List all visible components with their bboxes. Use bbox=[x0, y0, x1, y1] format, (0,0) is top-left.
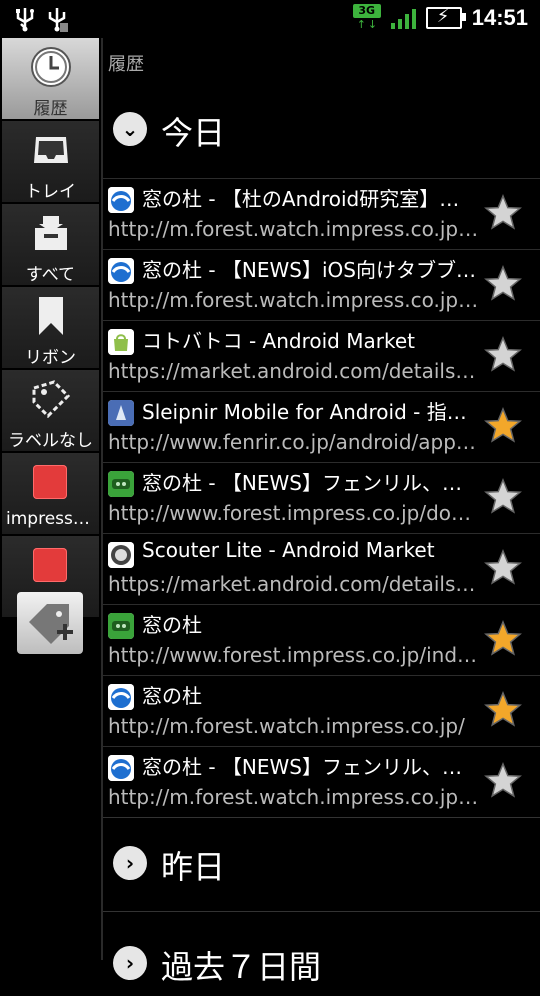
history-row[interactable]: 窓の杜 http://m.forest.watch.impress.co.jp/ bbox=[103, 675, 540, 746]
sidebar-item-label: トレイ bbox=[25, 182, 76, 202]
ribbon-icon bbox=[39, 297, 63, 335]
sleipnir-icon bbox=[108, 400, 134, 426]
history-title: 窓の杜 bbox=[142, 684, 202, 708]
forest-watch-icon bbox=[108, 684, 134, 710]
star-empty-icon[interactable] bbox=[483, 548, 523, 588]
android-market-icon bbox=[108, 329, 134, 355]
star-filled-icon[interactable] bbox=[483, 406, 523, 446]
clock: 14:51 bbox=[471, 5, 528, 30]
add-label-button[interactable] bbox=[17, 592, 83, 654]
signal-strength-icon bbox=[390, 7, 416, 29]
scouter-icon bbox=[108, 542, 134, 568]
history-row[interactable]: 窓の杜 - 【杜のAndroid研究室】… http://m.forest.wat… bbox=[103, 178, 540, 249]
star-empty-icon[interactable] bbox=[483, 477, 523, 517]
sidebar-item-label: リボン bbox=[25, 348, 76, 368]
breadcrumb: 履歴 bbox=[108, 54, 144, 75]
chevron-down-icon: ⌄ bbox=[113, 112, 147, 146]
network-3g-icon: 3G ↑↓ bbox=[352, 4, 381, 32]
history-title: Scouter Lite - Android Market bbox=[142, 538, 435, 562]
forest-watch-icon bbox=[108, 755, 134, 781]
section-title: 過去７日間 bbox=[161, 948, 322, 986]
usb-debug-icon bbox=[46, 6, 68, 32]
history-title: 窓の杜 - 【杜のAndroid研究室】… bbox=[142, 187, 460, 211]
history-url: http://m.forest.watch.impress.co.jp/d… bbox=[108, 217, 482, 241]
history-url: http://m.forest.watch.impress.co.jp/d… bbox=[108, 785, 482, 809]
red-label-icon bbox=[33, 548, 67, 582]
sidebar-item-label: ラベルなし bbox=[8, 431, 93, 451]
sidebar-item-history[interactable]: 履歴 bbox=[2, 38, 99, 120]
history-row[interactable]: 窓の杜 http://www.forest.impress.co.jp/inde… bbox=[103, 604, 540, 675]
history-url: https://market.android.com/details?i… bbox=[108, 572, 482, 596]
history-url: http://m.forest.watch.impress.co.jp/ bbox=[108, 714, 465, 738]
history-title: Sleipnir Mobile for Android - 指先… bbox=[142, 400, 482, 424]
section-past-7-days[interactable]: › 過去７日間 bbox=[103, 930, 540, 996]
sidebar-item-label: 履歴 bbox=[33, 99, 68, 119]
battery-charging-icon: ⚡ bbox=[425, 7, 466, 29]
star-empty-icon[interactable] bbox=[483, 761, 523, 801]
sidebar-item-ribbon[interactable]: リボン bbox=[2, 287, 99, 369]
sidebar-item-label: すべて bbox=[25, 265, 76, 285]
star-empty-icon[interactable] bbox=[483, 193, 523, 233]
history-url: https://market.android.com/details?i… bbox=[108, 359, 482, 383]
forest-green-icon bbox=[108, 471, 134, 497]
forest-watch-icon bbox=[108, 187, 134, 213]
forest-watch-icon bbox=[108, 258, 134, 284]
no-label-icon bbox=[32, 380, 71, 419]
sidebar-item-tray[interactable]: トレイ bbox=[2, 121, 99, 203]
section-title: 今日 bbox=[161, 114, 226, 152]
history-row[interactable]: 窓の杜 - 【NEWS】iOS向けタブブ… http://m.forest.wat… bbox=[103, 249, 540, 320]
history-title: コトバトコ - Android Market bbox=[142, 329, 415, 353]
history-url: http://www.forest.impress.co.jp/docs… bbox=[108, 501, 482, 525]
usb-icon bbox=[14, 6, 36, 32]
tray-icon bbox=[34, 137, 68, 163]
sidebar-item-label: impress … bbox=[6, 509, 96, 529]
history-row[interactable]: Scouter Lite - Android Market https://mar… bbox=[103, 533, 540, 604]
history-row[interactable]: コトバトコ - Android Market https://market.and… bbox=[103, 320, 540, 391]
red-label-icon bbox=[33, 465, 67, 499]
status-bar: 3G ↑↓ ⚡ 14:51 bbox=[0, 0, 540, 38]
section-yesterday[interactable]: › 昨日 bbox=[103, 830, 540, 896]
history-title: 窓の杜 - 【NEWS】iOS向けタブブ… bbox=[142, 258, 476, 282]
sidebar: 履歴 トレイ すべて リボン ラベルなし impress … fen bbox=[0, 38, 101, 960]
chevron-right-icon: › bbox=[113, 946, 147, 980]
history-row[interactable]: 窓の杜 - 【NEWS】フェンリル、… http://www.forest.imp… bbox=[103, 462, 540, 533]
star-filled-icon[interactable] bbox=[483, 619, 523, 659]
forest-green-icon bbox=[108, 613, 134, 639]
star-filled-icon[interactable] bbox=[483, 690, 523, 730]
add-label-icon bbox=[29, 604, 73, 644]
history-row[interactable]: Sleipnir Mobile for Android - 指先… http://… bbox=[103, 391, 540, 462]
clock-icon bbox=[31, 47, 71, 87]
all-box-icon bbox=[35, 216, 67, 250]
sidebar-item-impress[interactable]: impress … bbox=[2, 453, 99, 535]
history-title: 窓の杜 bbox=[142, 613, 202, 637]
history-url: http://www.forest.impress.co.jp/inde… bbox=[108, 643, 482, 667]
history-title: 窓の杜 - 【NEWS】フェンリル、… bbox=[142, 471, 462, 495]
divider bbox=[103, 817, 540, 818]
star-empty-icon[interactable] bbox=[483, 335, 523, 375]
chevron-right-icon: › bbox=[113, 846, 147, 880]
history-title: 窓の杜 - 【NEWS】フェンリル、… bbox=[142, 755, 462, 779]
sidebar-item-no-label[interactable]: ラベルなし bbox=[2, 370, 99, 452]
divider bbox=[103, 911, 540, 912]
star-empty-icon[interactable] bbox=[483, 264, 523, 304]
history-row[interactable]: 窓の杜 - 【NEWS】フェンリル、… http://m.forest.watch… bbox=[103, 746, 540, 817]
history-url: http://www.fenrir.co.jp/android/apps… bbox=[108, 430, 482, 454]
history-url: http://m.forest.watch.impress.co.jp/d… bbox=[108, 288, 482, 312]
history-panel: 履歴 ⌄ 今日 窓の杜 - 【杜のAndroid研究室】… http://m.fo… bbox=[103, 38, 540, 986]
sidebar-item-all[interactable]: すべて bbox=[2, 204, 99, 286]
section-title: 昨日 bbox=[161, 848, 226, 886]
section-today[interactable]: ⌄ 今日 bbox=[103, 96, 540, 162]
